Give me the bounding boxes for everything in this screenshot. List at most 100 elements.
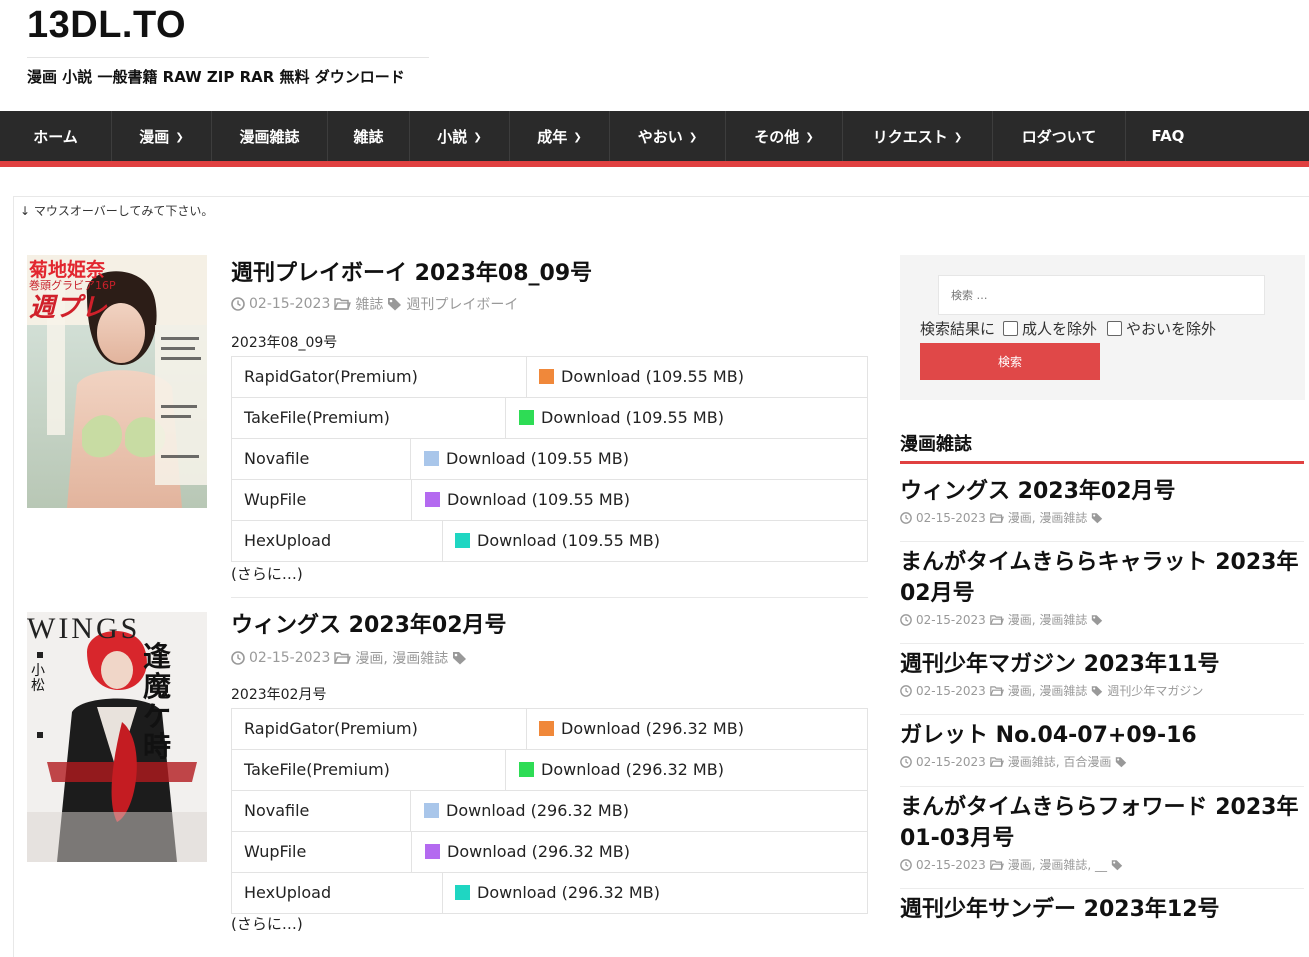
search-input[interactable]	[938, 275, 1265, 315]
download-link[interactable]: Download (109.55 MB)	[519, 408, 724, 427]
folder-icon	[989, 685, 1004, 696]
tag-icon	[1116, 756, 1127, 767]
download-link[interactable]: Download (109.55 MB)	[424, 449, 629, 468]
host-name: RapidGator(Premium)	[244, 367, 418, 386]
cover-headline: 逢魔ケ時	[143, 640, 172, 763]
download-link[interactable]: Download (296.32 MB)	[539, 719, 744, 738]
chevron-down-icon: ❯	[473, 131, 482, 143]
sidebar-divider	[900, 888, 1304, 889]
table-row: RapidGator(Premium) Download (109.55 MB)	[231, 356, 868, 397]
cover-art	[27, 612, 207, 862]
download-link-label: Download (296.32 MB)	[561, 719, 744, 738]
nav-label: 成年	[537, 127, 568, 146]
sidebar-post-title[interactable]: まんがタイムきららキャラット 2023年02月号	[900, 547, 1304, 609]
site-title[interactable]: 13DL.TO	[27, 4, 186, 47]
download-link-label: Download (296.32 MB)	[477, 883, 660, 902]
exclude-yaoi-checkbox[interactable]	[1107, 321, 1123, 336]
nav-item-manga-magazine[interactable]: 漫画雑誌	[212, 111, 328, 161]
clock-icon	[900, 858, 912, 871]
download-link[interactable]: Download (296.32 MB)	[424, 801, 629, 820]
host-name: TakeFile(Premium)	[244, 408, 390, 427]
nav-item-adult[interactable]: 成年 ❯	[510, 111, 610, 161]
table-row: TakeFile(Premium) Download (109.55 MB)	[231, 397, 868, 438]
nav-item-yaoi[interactable]: やおい ❯	[610, 111, 726, 161]
sidebar-post-meta: 02-15-2023 漫画雑誌, 百合漫画	[900, 753, 1304, 770]
download-table: RapidGator(Premium) Download (296.32 MB)…	[231, 708, 868, 914]
post-category[interactable]: 漫画, 漫画雑誌	[355, 648, 448, 668]
sidebar-post-title[interactable]: 週刊少年マガジン 2023年11号	[900, 649, 1304, 680]
nav-item-faq[interactable]: FAQ	[1126, 111, 1210, 161]
nav-label: 雑誌	[353, 127, 384, 146]
sidebar-divider	[900, 541, 1304, 542]
sidebar-post-meta: 02-15-2023 漫画, 漫画雑誌 週刊少年マガジン	[900, 682, 1304, 699]
widget-title-underline	[900, 461, 1304, 464]
sidebar-post-category[interactable]: 漫画, 漫画雑誌	[1008, 611, 1088, 628]
post-title[interactable]: 週刊プレイボーイ 2023年08_09号	[231, 255, 592, 287]
nav-item-home[interactable]: ホーム	[0, 111, 112, 161]
exclude-adult-label[interactable]: 成人を除外	[1022, 318, 1097, 339]
host-name: WupFile	[244, 842, 307, 861]
tag-icon	[388, 298, 402, 311]
exclude-yaoi-label[interactable]: やおいを除外	[1126, 318, 1216, 339]
nav-item-magazine[interactable]: 雑誌	[328, 111, 410, 161]
download-link[interactable]: Download (109.55 MB)	[539, 367, 744, 386]
tag-icon	[1092, 685, 1103, 696]
clock-icon	[900, 613, 912, 626]
nav-item-request[interactable]: リクエスト ❯	[843, 111, 993, 161]
host-square-icon	[455, 885, 470, 900]
sidebar-post-title[interactable]: ウィングス 2023年02月号	[900, 476, 1304, 507]
nav-item-uploader[interactable]: ロダついて	[993, 111, 1126, 161]
clock-icon	[231, 297, 245, 311]
cover-brand: 週プレ	[29, 293, 108, 323]
sidebar-post-category[interactable]: 漫画, 漫画雑誌	[1008, 682, 1088, 699]
cell-divider	[442, 873, 443, 913]
folder-icon	[334, 652, 352, 664]
sidebar-post-category[interactable]: 漫画雑誌, 百合漫画	[1008, 753, 1112, 770]
nav-label: ホーム	[33, 127, 78, 146]
table-row: HexUpload Download (109.55 MB)	[231, 520, 868, 562]
post-tag[interactable]: 週刊プレイボーイ	[406, 294, 518, 314]
filter-label: 検索結果に	[920, 320, 996, 338]
read-more-link[interactable]: (さらに…)	[231, 563, 303, 584]
download-link[interactable]: Download (296.32 MB)	[455, 883, 660, 902]
post-cover-image[interactable]: WINGS 逢魔ケ時 小松	[27, 612, 207, 862]
nav-item-other[interactable]: その他 ❯	[726, 111, 843, 161]
post-title[interactable]: ウィングス 2023年02月号	[231, 607, 507, 639]
sidebar-divider	[900, 643, 1304, 644]
sidebar-post-title[interactable]: まんがタイムきららフォワード 2023年01-03月号	[900, 792, 1304, 854]
search-filters: 検索結果に 成人を除外 やおいを除外	[920, 318, 1216, 339]
sidebar-post-category[interactable]: 漫画, 漫画雑誌, __	[1008, 856, 1107, 873]
exclude-adult-checkbox[interactable]	[1003, 321, 1019, 336]
cover-brand: WINGS	[27, 612, 141, 645]
download-table: RapidGator(Premium) Download (109.55 MB)…	[231, 356, 868, 562]
download-link[interactable]: Download (109.55 MB)	[425, 490, 630, 509]
table-row: Novafile Download (109.55 MB)	[231, 438, 868, 479]
sidebar-post-category[interactable]: 漫画, 漫画雑誌	[1008, 509, 1088, 526]
download-link-label: Download (296.32 MB)	[447, 842, 630, 861]
sidebar-post-tag[interactable]: 週刊少年マガジン	[1107, 682, 1203, 699]
nav-label: 漫画	[139, 127, 170, 146]
tag-icon	[1092, 512, 1103, 523]
host-square-icon	[425, 492, 440, 507]
download-link[interactable]: Download (296.32 MB)	[425, 842, 630, 861]
download-link[interactable]: Download (109.55 MB)	[455, 531, 660, 550]
cell-divider	[526, 709, 527, 749]
post-category[interactable]: 雑誌	[355, 294, 383, 314]
sidebar-post-title[interactable]: ガレット No.04-07+09-16	[900, 720, 1304, 751]
nav-label: 漫画雑誌	[239, 127, 300, 146]
cell-divider	[442, 521, 443, 561]
read-more-link[interactable]: (さらに…)	[231, 913, 303, 934]
download-link-label: Download (296.32 MB)	[446, 801, 629, 820]
host-name: Novafile	[244, 801, 310, 820]
search-button[interactable]: 検索	[920, 343, 1100, 380]
cell-divider	[505, 750, 506, 790]
sidebar-post-title[interactable]: 週刊少年サンデー 2023年12号	[900, 894, 1304, 925]
download-link[interactable]: Download (296.32 MB)	[519, 760, 724, 779]
post-cover-image[interactable]: 菊地姫奈 巻頭グラビア16P 週プレ	[27, 255, 207, 508]
table-row: HexUpload Download (296.32 MB)	[231, 872, 868, 914]
sidebar-post-meta: 02-15-2023 漫画, 漫画雑誌, __	[900, 856, 1304, 873]
nav-item-novel[interactable]: 小説 ❯	[410, 111, 510, 161]
host-square-icon	[455, 533, 470, 548]
nav-item-manga[interactable]: 漫画 ❯	[112, 111, 212, 161]
download-link-label: Download (296.32 MB)	[541, 760, 724, 779]
